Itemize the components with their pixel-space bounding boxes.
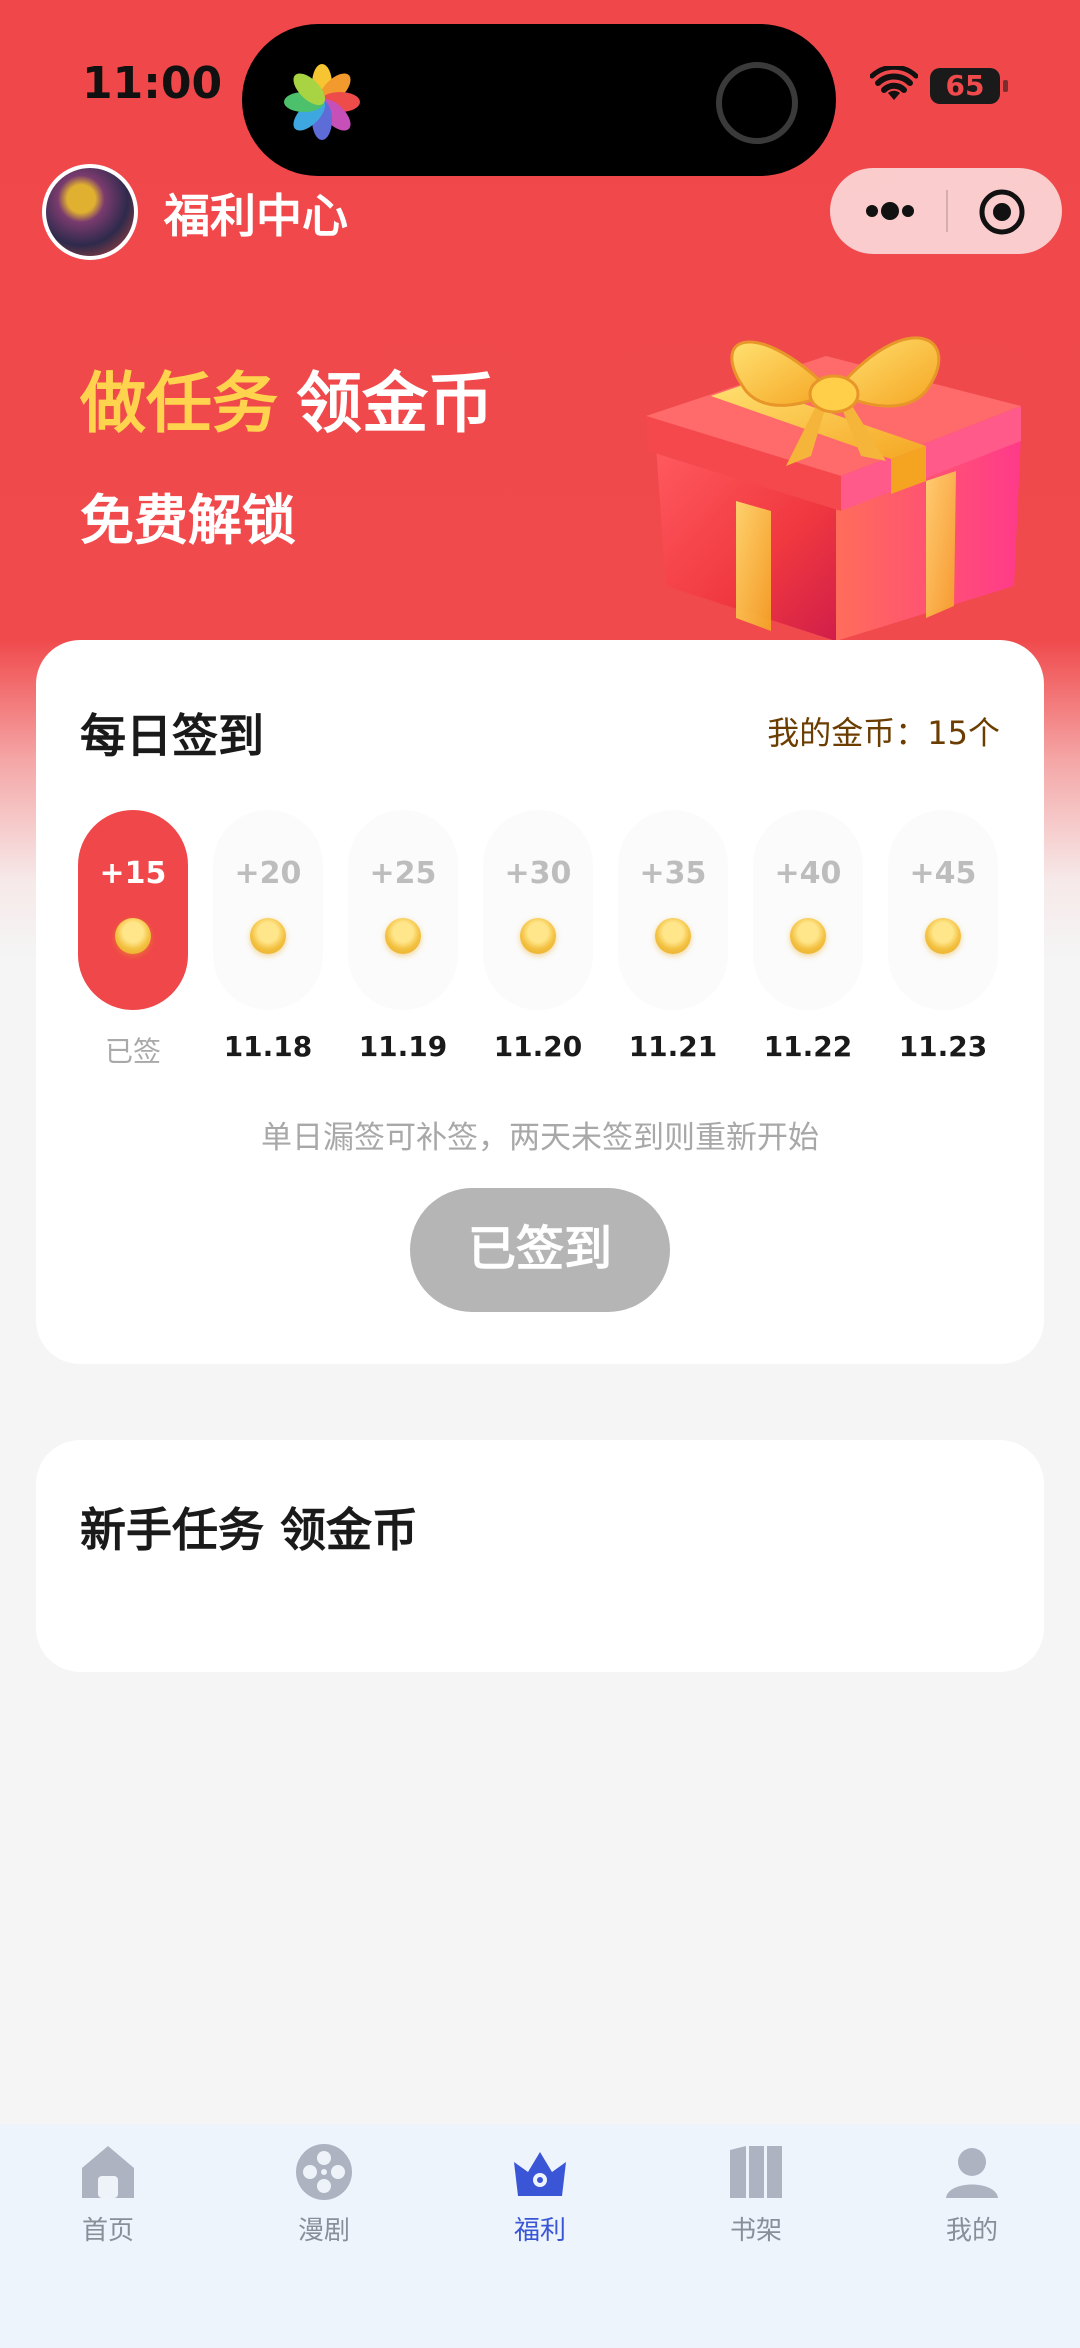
- signin-day-5[interactable]: +35 11.21: [618, 810, 728, 1063]
- day-pill: +45: [888, 810, 998, 1010]
- tab-label: 福利: [513, 2216, 566, 2246]
- newbie-task-card: 新手任务 领金币: [36, 1440, 1044, 1672]
- signin-day-6[interactable]: +40 11.22: [753, 810, 863, 1063]
- coin-icon: [655, 918, 691, 954]
- tab-welfare[interactable]: 福利: [470, 2142, 610, 2247]
- signin-days: +15 已签 +20 11.18 +25 11.19 +30 11.20 +35…: [78, 810, 1002, 1070]
- coin-icon: [385, 918, 421, 954]
- user-icon: [946, 2148, 998, 2198]
- signin-day-7[interactable]: +45 11.23: [888, 810, 998, 1063]
- day-date: 已签: [104, 1035, 161, 1068]
- signin-title: 每日签到: [80, 709, 264, 763]
- tab-label: 书架: [729, 2216, 782, 2246]
- coin-icon: [115, 918, 151, 954]
- hero-headline: 做任务 领金币: [80, 350, 494, 446]
- activity-spinner-icon: [716, 62, 798, 144]
- day-pill: +15: [78, 810, 188, 1010]
- day-pill: +40: [753, 810, 863, 1010]
- day-date: 11.20: [493, 1030, 583, 1063]
- hero-subheadline: 免费解锁: [80, 489, 296, 552]
- home-icon: [82, 2146, 134, 2198]
- signed-in-button[interactable]: 已签到: [410, 1188, 670, 1312]
- coin-icon: [925, 918, 961, 954]
- tab-label: 漫剧: [297, 2216, 350, 2246]
- avatar[interactable]: [42, 164, 138, 260]
- coin-icon: [520, 918, 556, 954]
- capsule-divider: [946, 190, 948, 232]
- coin-icon: [790, 918, 826, 954]
- hero-headline-rest: 领金币: [296, 365, 494, 442]
- day-date: 11.19: [358, 1030, 448, 1063]
- gift-box-icon: [646, 336, 1021, 641]
- day-date: 11.22: [763, 1030, 853, 1063]
- my-coins-label: 我的金币：15个: [767, 714, 1000, 752]
- signin-day-1[interactable]: +15 已签: [78, 810, 188, 1070]
- day-reward: +20: [234, 856, 302, 891]
- day-pill: +20: [213, 810, 323, 1010]
- close-target-icon[interactable]: [978, 188, 1026, 236]
- daily-signin-card: 每日签到 我的金币：15个 +15 已签 +20 11.18 +25 11.19: [36, 640, 1044, 1364]
- tab-drama[interactable]: 漫剧: [254, 2142, 394, 2247]
- tab-label: 首页: [81, 2216, 134, 2246]
- day-reward: +35: [639, 856, 707, 891]
- tab-bookshelf[interactable]: 书架: [686, 2142, 826, 2247]
- signin-rule-note: 单日漏签可补签，两天未签到则重新开始: [261, 1120, 819, 1156]
- day-pill: +35: [618, 810, 728, 1010]
- status-time: 11:00: [82, 58, 223, 109]
- day-reward: +25: [369, 856, 437, 891]
- day-pill: +30: [483, 810, 593, 1010]
- battery-indicator: 65: [930, 68, 1008, 104]
- crown-icon: [514, 2152, 566, 2196]
- tab-label: 我的: [945, 2216, 998, 2246]
- page-title: 福利中心: [164, 189, 348, 243]
- tab-home[interactable]: 首页: [38, 2142, 178, 2247]
- bottom-tab-bar: 首页 漫剧 福利 书架 我的: [0, 2124, 1080, 2348]
- signin-day-3[interactable]: +25 11.19: [348, 810, 458, 1063]
- newbie-task-title: 新手任务 领金币: [80, 1503, 419, 1557]
- day-date: 11.18: [223, 1030, 313, 1063]
- dynamic-island: [242, 24, 836, 176]
- photos-app-icon: [284, 64, 360, 140]
- day-date: 11.21: [628, 1030, 718, 1063]
- day-date: 11.23: [898, 1030, 988, 1063]
- day-pill: +25: [348, 810, 458, 1010]
- day-reward: +45: [909, 856, 977, 891]
- coin-icon: [250, 918, 286, 954]
- wifi-icon: [870, 66, 918, 100]
- signin-day-4[interactable]: +30 11.20: [483, 810, 593, 1063]
- mini-program-capsule: [830, 168, 1062, 254]
- more-icon[interactable]: [860, 192, 920, 230]
- day-reward: +30: [504, 856, 572, 891]
- bookshelf-icon: [730, 2146, 782, 2198]
- signin-day-2[interactable]: +20 11.18: [213, 810, 323, 1063]
- day-reward: +40: [774, 856, 842, 891]
- hero-headline-highlight: 做任务: [80, 365, 278, 442]
- film-reel-icon: [296, 2144, 352, 2200]
- day-reward: +15: [99, 856, 167, 891]
- tab-mine[interactable]: 我的: [902, 2142, 1042, 2247]
